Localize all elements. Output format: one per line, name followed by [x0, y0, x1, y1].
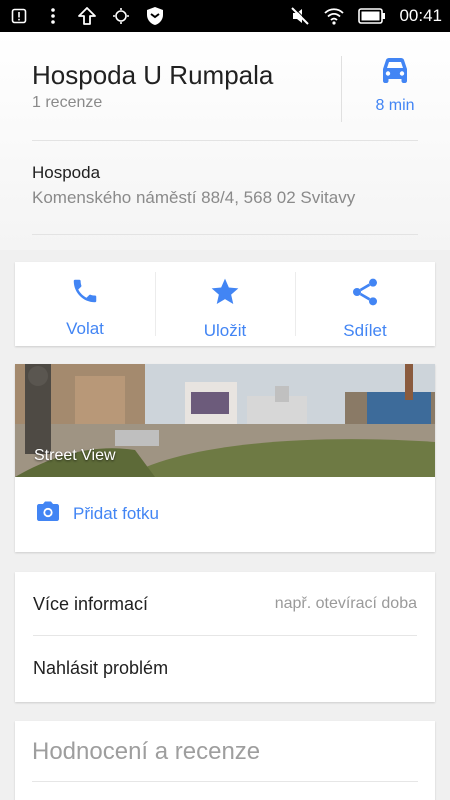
status-bar: 00:41	[0, 0, 450, 32]
street-view-label: Street View	[34, 447, 116, 464]
status-bar-right: 00:41	[289, 5, 442, 27]
call-label: Volat	[66, 319, 104, 338]
info-card: Více informací např. otevírací doba Nahl…	[15, 572, 435, 702]
place-category: Hospoda	[32, 163, 101, 182]
share-label: Sdílet	[343, 321, 387, 340]
more-info-hint: např. otevírací doba	[274, 595, 417, 612]
upload-icon	[76, 5, 98, 27]
place-address[interactable]: Komenského náměstí 88/4, 568 02 Svitavy	[32, 188, 355, 208]
wifi-icon	[323, 5, 345, 27]
report-problem-row[interactable]: Nahlásit problém	[33, 636, 417, 700]
dots-icon	[42, 5, 64, 27]
more-info-label: Více informací	[33, 593, 149, 614]
phone-icon	[70, 276, 100, 311]
call-button[interactable]: Volat	[15, 262, 155, 346]
star-icon	[208, 276, 242, 313]
street-view-image[interactable]: Street View	[15, 364, 435, 477]
drive-time: 8 min	[375, 97, 415, 114]
share-button[interactable]: Sdílet	[295, 262, 435, 346]
reviews-count[interactable]: 1 recenze	[32, 94, 102, 112]
reviews-card: Hodnocení a recenze	[15, 721, 435, 800]
reviews-title: Hodnocení a recenze	[32, 738, 261, 765]
share-icon	[349, 276, 381, 313]
status-time: 00:41	[399, 6, 442, 25]
status-bar-left	[8, 5, 166, 27]
alert-icon	[8, 5, 30, 27]
header-separator	[32, 140, 418, 141]
mute-icon	[289, 5, 311, 27]
reviews-separator	[32, 781, 418, 782]
action-bar: Volat Uložit Sdílet	[15, 262, 435, 346]
camera-icon	[35, 500, 61, 527]
shield-icon	[144, 5, 166, 27]
header-divider	[341, 56, 342, 122]
report-problem-label: Nahlásit problém	[33, 657, 169, 678]
radio-icon	[110, 5, 132, 27]
save-button[interactable]: Uložit	[155, 262, 295, 346]
photo-card: Street View Přidat fotku	[15, 364, 435, 552]
address-separator	[32, 234, 418, 235]
more-info-row[interactable]: Více informací např. otevírací doba	[33, 572, 417, 636]
add-photo-button[interactable]: Přidat fotku	[35, 500, 159, 527]
save-label: Uložit	[203, 321, 247, 340]
add-photo-label: Přidat fotku	[73, 503, 159, 523]
battery-icon	[357, 5, 387, 27]
directions-button[interactable]: 8 min	[352, 56, 438, 122]
car-icon	[378, 56, 412, 91]
place-title: Hospoda U Rumpala	[32, 60, 274, 90]
place-header: Hospoda U Rumpala 1 recenze 8 min Hospod…	[0, 32, 450, 250]
